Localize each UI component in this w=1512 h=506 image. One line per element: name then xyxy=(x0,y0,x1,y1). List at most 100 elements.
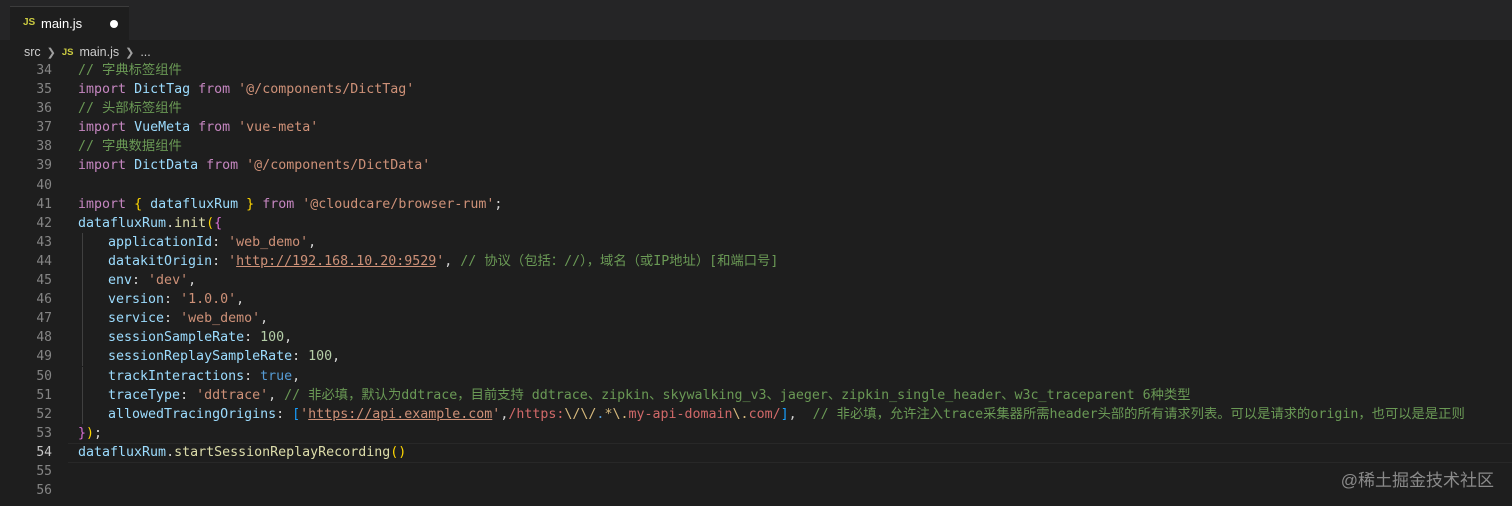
brace: { xyxy=(214,215,223,231)
bracket: ] xyxy=(780,406,789,422)
property-key: service xyxy=(108,311,165,327)
line-number: 41 xyxy=(36,196,52,212)
code-line[interactable]: sessionReplaySampleRate: 100, xyxy=(78,347,1512,367)
code-line[interactable] xyxy=(78,481,1512,500)
comment: // 非必填，允许注入trace采集器所需header头部的所有请求列表。可以是… xyxy=(812,406,1465,422)
chevron-right-icon: ❯ xyxy=(125,46,135,59)
code-line[interactable]: import DictTag from '@/components/DictTa… xyxy=(78,80,1512,99)
code-line[interactable]: import DictData from '@/components/DictD… xyxy=(78,156,1512,175)
regex-part: / xyxy=(772,406,781,422)
code-line[interactable]: import VueMeta from 'vue-meta' xyxy=(78,118,1512,137)
comment: // 协议（包括：//），域名（或IP地址）[和端口号] xyxy=(460,253,779,269)
indent-guide xyxy=(78,328,108,348)
code-line[interactable]: // 字典数据组件 xyxy=(78,137,1512,156)
property-key: allowedTracingOrigins xyxy=(108,406,277,422)
string-literal: 'vue-meta' xyxy=(238,120,319,136)
line-number: 43 xyxy=(36,234,52,250)
comment: // 字典标签组件 xyxy=(78,63,182,78)
line-number: 42 xyxy=(36,215,52,231)
string-literal: '@/components/DictData' xyxy=(246,158,431,174)
line-number-current: 54 xyxy=(36,444,52,460)
keyword: from xyxy=(198,82,231,98)
comment: // 字典数据组件 xyxy=(78,139,182,155)
line-number: 55 xyxy=(36,463,52,479)
url-link[interactable]: https://api.example.com xyxy=(308,407,492,422)
breadcrumb-folder[interactable]: src xyxy=(24,45,41,59)
code-line[interactable]: service: 'web_demo', xyxy=(78,309,1512,329)
unsaved-dot-icon[interactable] xyxy=(110,20,118,28)
line-number: 51 xyxy=(36,387,52,403)
line-number: 34 xyxy=(36,63,52,78)
line-number: 36 xyxy=(36,101,52,117)
code-line[interactable]: // 头部标签组件 xyxy=(78,99,1512,118)
indent-guide xyxy=(78,232,108,252)
number-literal: 100 xyxy=(260,330,285,346)
keyword: import xyxy=(78,158,127,174)
identifier: datafluxRum xyxy=(150,196,239,212)
line-number: 37 xyxy=(36,120,52,136)
line-number: 50 xyxy=(36,368,52,384)
line-number: 45 xyxy=(36,273,52,289)
function-name: startSessionReplayRecording xyxy=(174,444,391,460)
line-number: 56 xyxy=(36,483,52,499)
paren: ) xyxy=(86,425,95,441)
code-line[interactable]: // 字典标签组件 xyxy=(78,61,1512,80)
indent-guide xyxy=(78,385,108,405)
code-line[interactable]: env: 'dev', xyxy=(78,271,1512,291)
regex-escape: \. xyxy=(732,406,749,422)
brace: } xyxy=(246,196,255,212)
code-line-current[interactable]: datafluxRum.startSessionReplayRecording(… xyxy=(68,442,1512,463)
comment: // 头部标签组件 xyxy=(78,101,182,117)
boolean-literal: true xyxy=(260,368,293,384)
line-number: 35 xyxy=(36,82,52,98)
indent-guide xyxy=(78,366,108,386)
line-number: 53 xyxy=(36,425,52,441)
code-line[interactable]: datafluxRum.init({ xyxy=(78,214,1512,233)
function-name: init xyxy=(174,215,207,231)
property-key: sessionSampleRate xyxy=(108,330,245,346)
keyword: from xyxy=(206,158,239,174)
line-number-gutter: 34 35 36 37 38 39 40 41 42 43 44 45 46 4… xyxy=(0,61,60,500)
code-line[interactable]: sessionSampleRate: 100, xyxy=(78,328,1512,348)
regex-escape: \/\/ xyxy=(564,406,597,422)
string-literal: '1.0.0' xyxy=(180,292,237,308)
number-literal: 100 xyxy=(308,349,333,365)
code-line[interactable]: applicationId: 'web_demo', xyxy=(78,232,1512,252)
code-area[interactable]: // 字典标签组件 import DictTag from '@/compone… xyxy=(68,61,1512,500)
brace: } xyxy=(78,425,87,441)
property-key: sessionReplaySampleRate xyxy=(108,349,293,365)
js-file-icon: JS xyxy=(23,17,36,28)
brace: { xyxy=(134,196,143,212)
breadcrumb: src ❯ JS main.js ❯ ... xyxy=(24,44,151,60)
js-file-icon: JS xyxy=(61,46,74,58)
bracket: [ xyxy=(292,406,301,422)
identifier: datafluxRum xyxy=(78,215,167,231)
line-number: 40 xyxy=(36,177,52,193)
breadcrumb-more[interactable]: ... xyxy=(140,45,150,59)
code-line[interactable] xyxy=(78,176,1512,195)
paren: () xyxy=(390,444,407,460)
property-key: env xyxy=(108,273,133,289)
url-link[interactable]: http://192.168.10.20:9529 xyxy=(236,254,436,269)
tab-label: main.js xyxy=(41,16,83,31)
code-line[interactable]: version: '1.0.0', xyxy=(78,290,1512,310)
chevron-right-icon: ❯ xyxy=(46,46,56,59)
property-key: trackInteractions xyxy=(108,368,245,384)
code-line[interactable]: trackInteractions: true, xyxy=(78,366,1512,386)
identifier: VueMeta xyxy=(134,120,191,136)
code-line[interactable]: datakitOrigin: 'http://192.168.10.20:952… xyxy=(78,251,1512,271)
code-editor[interactable]: 34 35 36 37 38 39 40 41 42 43 44 45 46 4… xyxy=(0,61,1512,506)
line-number: 47 xyxy=(36,311,52,327)
code-line[interactable]: traceType: 'ddtrace', // 非必填，默认为ddtrace，… xyxy=(78,385,1512,405)
watermark: @稀土掘金技术社区 xyxy=(1340,471,1494,490)
code-line[interactable]: allowedTracingOrigins: ['https://api.exa… xyxy=(78,404,1512,424)
breadcrumb-file[interactable]: main.js xyxy=(80,45,120,59)
keyword: import xyxy=(78,196,127,212)
tab-main-js[interactable]: JS main.js xyxy=(10,6,129,40)
keyword: import xyxy=(78,82,127,98)
regex-part: my-api-domain xyxy=(628,406,733,422)
code-line[interactable]: }); xyxy=(78,424,1512,443)
code-line[interactable] xyxy=(78,462,1512,481)
code-line[interactable]: import { datafluxRum } from '@cloudcare/… xyxy=(78,195,1512,214)
line-number: 44 xyxy=(36,253,52,269)
